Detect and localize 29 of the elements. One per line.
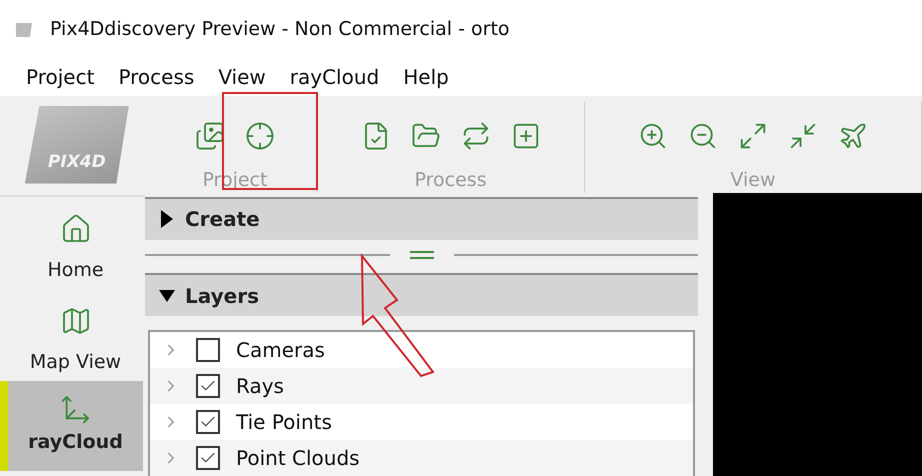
grip-icon[interactable]	[410, 250, 434, 258]
caret-right-icon	[159, 210, 175, 228]
axes-icon	[60, 393, 92, 425]
checkbox[interactable]	[196, 446, 220, 470]
logo: PIX4D	[24, 106, 129, 184]
layer-label: Point Clouds	[236, 446, 360, 470]
group-label: Process	[414, 169, 487, 191]
checkbox[interactable]	[196, 410, 220, 434]
menu-item[interactable]: Process	[106, 65, 206, 89]
layer-label: Cameras	[236, 338, 325, 362]
sidebar-item[interactable]: rayCloud	[0, 381, 143, 471]
crosshair-icon[interactable]	[244, 120, 275, 150]
layer-label: Tie Points	[236, 410, 332, 434]
section-header[interactable]: Create	[145, 197, 698, 240]
layer-row[interactable]: Point Clouds	[150, 440, 693, 476]
menu-item[interactable]: Project	[14, 65, 106, 89]
window-title: Pix4Ddiscovery Preview - Non Commercial - orto	[50, 18, 510, 40]
menu-item[interactable]: View	[206, 65, 278, 89]
sidebar-item[interactable]: Home	[0, 197, 143, 289]
checkbox[interactable]	[196, 374, 220, 398]
images-icon[interactable]	[194, 120, 225, 150]
layer-row[interactable]: Rays	[150, 368, 693, 404]
sidebar-item[interactable]: Map View	[0, 289, 143, 381]
checkbox[interactable]	[196, 338, 220, 362]
group-label: View	[730, 169, 776, 191]
menu-item[interactable]: Help	[391, 65, 461, 89]
layer-label: Rays	[236, 374, 284, 398]
section-header[interactable]: Layers	[145, 273, 698, 316]
menu-item[interactable]: rayCloud	[278, 65, 392, 89]
